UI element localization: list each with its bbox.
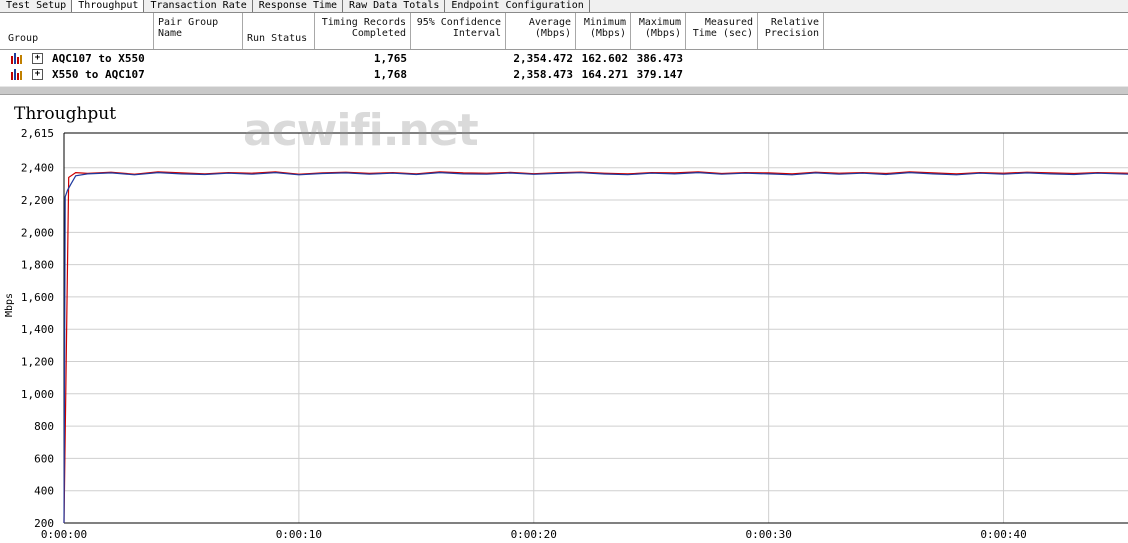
col-relative-precision-line1: Relative [770,17,819,28]
col-maximum-line1: Maximum [638,17,681,28]
y-tick-label: 600 [34,452,54,465]
col-minimum-line1: Minimum [583,17,626,28]
y-tick-label: 800 [34,420,54,433]
y-tick-label: 1,600 [21,291,54,304]
maximum-value: 379.147 [636,68,683,81]
results-grid: Group Pair Group Name Run Status Timing … [0,13,1128,91]
y-tick-label: 1,400 [21,323,54,336]
y-tick-label: 1,800 [21,259,54,272]
tab-raw-data-totals[interactable]: Raw Data Totals [343,0,446,12]
y-tick-label: 2,200 [21,194,54,207]
col-measured-time[interactable]: Measured Time (sec) [686,13,758,49]
col-timing-records-line2: Completed [351,28,406,39]
col-measured-time-line2: Time (sec) [692,28,753,39]
col-average-line2: (Mbps) [534,28,571,39]
tab-throughput[interactable]: Throughput [72,0,145,12]
col-pair-group-name[interactable]: Pair Group Name [154,13,243,49]
x-tick-label: 0:00:40 [980,528,1026,541]
y-tick-label: 400 [34,485,54,498]
col-minimum-line2: (Mbps) [589,28,626,39]
x-tick-label: 0:00:00 [41,528,87,541]
col-maximum-line2: (Mbps) [644,28,681,39]
col-average[interactable]: Average (Mbps) [506,13,576,49]
col-confidence-line2: Interval [452,28,501,39]
col-minimum[interactable]: Minimum (Mbps) [576,13,631,49]
table-row[interactable]: + AQC107 to X550 1,765 2,354.472 162.602… [0,51,1128,66]
minimum-value: 162.602 [581,52,628,65]
col-timing-records[interactable]: Timing Records Completed [315,13,411,49]
col-relative-precision[interactable]: Relative Precision [758,13,824,49]
watermark: acwifi.net [243,105,479,156]
col-group[interactable]: Group [4,13,154,49]
pair-name: AQC107 to X550 [52,52,145,65]
tab-test-setup[interactable]: Test Setup [0,0,73,12]
col-confidence-interval[interactable]: 95% Confidence Interval [411,13,506,49]
timing-records-value: 1,765 [373,52,407,65]
y-tick-label: 1,200 [21,356,54,369]
col-relative-precision-line2: Precision [764,28,819,39]
series-line-2 [63,171,1128,524]
chart-title: Throughput [14,104,117,124]
col-run-status[interactable]: Run Status [243,13,315,49]
pair-name: X550 to AQC107 [52,68,145,81]
col-pair-group-name-line1: Pair Group [158,17,219,28]
col-measured-time-line1: Measured [704,17,753,28]
maximum-value: 386.473 [636,52,683,65]
table-row[interactable]: + X550 to AQC107 1,768 2,358.473 164.271… [0,67,1128,82]
chariot-results-window: Test Setup Throughput Transaction Rate Resp… [0,0,1128,543]
pane-splitter[interactable] [0,86,1128,95]
throughput-chart: 2,615 2,400 2,200 2,000 1,800 1,600 1,400 1,200… [0,95,1128,543]
col-maximum[interactable]: Maximum (Mbps) [631,13,686,49]
results-tab-strip: Test Setup Throughput Transaction Rate Resp… [0,0,1128,13]
expand-icon[interactable]: + [32,53,43,64]
grid-header: Group Pair Group Name Run Status Timing … [0,13,1128,50]
pair-chart-icon [11,69,22,80]
col-average-line1: Average [528,17,571,28]
series-line-1 [63,171,1128,524]
y-tick-label: 2,615 [21,127,54,140]
tab-response-time[interactable]: Response Time [253,0,344,12]
y-tick-label: 2,000 [21,226,54,239]
pair-chart-icon [11,53,22,64]
minimum-value: 164.271 [581,68,628,81]
col-confidence-line1: 95% Confidence [416,17,501,28]
x-tick-label: 0:00:20 [511,528,557,541]
x-tick-label: 0:00:10 [276,528,322,541]
tab-endpoint-configuration[interactable]: Endpoint Configuration [445,0,590,12]
timing-records-value: 1,768 [373,68,407,81]
x-tick-label: 0:00:30 [745,528,791,541]
average-value: 2,358.473 [513,68,573,81]
col-timing-records-line1: Timing Records [321,17,406,28]
col-pair-group-name-line2: Name [158,28,183,39]
col-run-status-label: Run Status [247,33,308,44]
col-group-label: Group [8,33,39,44]
tab-transaction-rate[interactable]: Transaction Rate [144,0,253,12]
throughput-chart-svg: 2,615 2,400 2,200 2,000 1,800 1,600 1,400 1,200… [21,127,1128,541]
y-tick-label: 1,000 [21,388,54,401]
average-value: 2,354.472 [513,52,573,65]
y-tick-label: 2,400 [21,162,54,175]
y-axis-label: Mbps [4,292,15,317]
expand-icon[interactable]: + [32,69,43,80]
